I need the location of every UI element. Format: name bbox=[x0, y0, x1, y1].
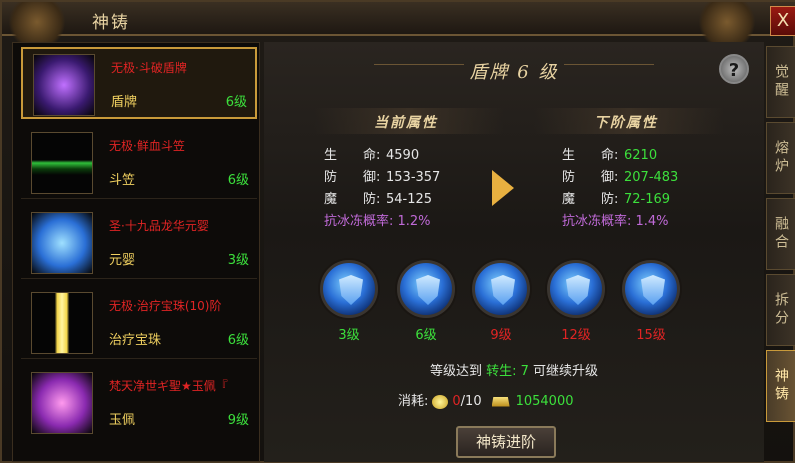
item-type: 盾牌 bbox=[111, 95, 138, 110]
shield-stage-icon[interactable] bbox=[472, 260, 530, 318]
item-level: 3级 bbox=[227, 253, 249, 268]
shield-stage-icon[interactable] bbox=[397, 260, 455, 318]
current-attr-row: 魔 防: 54-125 bbox=[324, 192, 433, 207]
title-bar: 神铸 X bbox=[2, 2, 795, 42]
stage-level: 15级 bbox=[636, 328, 666, 343]
stage-level: 9级 bbox=[490, 328, 512, 343]
tab-awaken[interactable]: 觉醒 bbox=[766, 46, 795, 118]
stage-level: 12级 bbox=[561, 328, 591, 343]
item-level: 6级 bbox=[225, 95, 247, 110]
hat-icon bbox=[31, 132, 93, 194]
upgrade-condition: 等级达到 转生: 7 可继续升级 bbox=[429, 364, 599, 379]
gold-ingot-icon bbox=[491, 396, 510, 407]
item-type: 斗笠 bbox=[109, 173, 136, 188]
list-item[interactable]: 无极·鲜血斗笠 斗笠 6级 bbox=[21, 127, 257, 199]
current-attr-row: 生 命: 4590 bbox=[324, 148, 420, 163]
shield-stage-icon[interactable] bbox=[622, 260, 680, 318]
next-attr-title: 下阶属性 bbox=[594, 115, 658, 131]
item-type: 治疗宝珠 bbox=[109, 333, 162, 348]
jade-icon bbox=[31, 372, 93, 434]
next-attr-extra: 抗冰冻概率: 1.4% bbox=[562, 214, 669, 229]
forge-panel: 盾牌 6 级 ? 当前属性 下阶属性 生 命: 4590 防 御: 153-357 … bbox=[264, 42, 764, 462]
tab-fuse[interactable]: 融合 bbox=[766, 198, 795, 270]
list-item[interactable]: 无极·斗破盾牌 盾牌 6级 bbox=[21, 47, 257, 119]
window-title: 神铸 bbox=[92, 13, 130, 33]
shield-stage-icon[interactable] bbox=[547, 260, 605, 318]
item-name: 无极·斗破盾牌 bbox=[111, 61, 187, 75]
item-level: 6级 bbox=[227, 173, 249, 188]
forge-upgrade-button[interactable]: 神铸进阶 bbox=[456, 426, 556, 458]
divider bbox=[564, 64, 654, 74]
list-item[interactable]: 圣·十九品龙华元婴 元婴 3级 bbox=[21, 207, 257, 279]
stage-level: 6级 bbox=[415, 328, 437, 343]
item-name: 无极·治疗宝珠(10)阶 bbox=[109, 299, 222, 313]
item-level: 6级 bbox=[227, 333, 249, 348]
stage-level: 3级 bbox=[338, 328, 360, 343]
next-attr-row: 生 命: 6210 bbox=[562, 148, 658, 163]
current-attr-row: 防 御: 153-357 bbox=[324, 170, 441, 185]
item-name: 圣·十九品龙华元婴 bbox=[109, 219, 209, 233]
dragon-ornament-left-icon bbox=[2, 2, 72, 42]
help-button[interactable]: ? bbox=[719, 54, 749, 84]
equipment-list: 无极·斗破盾牌 盾牌 6级 无极·鲜血斗笠 斗笠 6级 圣·十九品龙华元婴 元婴… bbox=[12, 42, 260, 462]
item-level: 9级 bbox=[227, 413, 249, 428]
orb-icon bbox=[31, 292, 93, 354]
item-name: 梵天净世ギ聖★玉佩『 bbox=[109, 379, 228, 393]
spirit-icon bbox=[31, 212, 93, 274]
window-frame: 神铸 X 无极·斗破盾牌 盾牌 6级 无极·鲜血斗笠 斗笠 6级 圣·十九品龙华… bbox=[0, 0, 795, 463]
dragon-ornament-right-icon bbox=[692, 2, 762, 42]
tab-forge[interactable]: 神铸 bbox=[766, 350, 795, 422]
close-button[interactable]: X bbox=[770, 6, 795, 36]
next-attr-row: 魔 防: 72-169 bbox=[562, 192, 671, 207]
arrow-right-icon bbox=[492, 170, 514, 206]
side-tabs: 觉醒 熔炉 融合 拆分 神铸 bbox=[766, 46, 795, 463]
shield-stage-icon[interactable] bbox=[320, 260, 378, 318]
tab-split[interactable]: 拆分 bbox=[766, 274, 795, 346]
current-attr-extra: 抗冰冻概率: 1.2% bbox=[324, 214, 431, 229]
shield-relic-icon bbox=[33, 54, 95, 116]
list-item[interactable]: 无极·治疗宝珠(10)阶 治疗宝珠 6级 bbox=[21, 287, 257, 359]
item-name: 无极·鲜血斗笠 bbox=[109, 139, 185, 153]
list-item[interactable]: 梵天净世ギ聖★玉佩『 玉佩 9级 bbox=[21, 367, 257, 439]
item-type: 玉佩 bbox=[109, 413, 136, 428]
current-attr-title: 当前属性 bbox=[374, 115, 438, 131]
item-type: 元婴 bbox=[109, 253, 136, 268]
next-attr-row: 防 御: 207-483 bbox=[562, 170, 679, 185]
cost-row: 消耗: 0/10 1054000 bbox=[398, 394, 574, 409]
tab-furnace[interactable]: 熔炉 bbox=[766, 122, 795, 194]
lemon-item-icon bbox=[432, 394, 449, 409]
